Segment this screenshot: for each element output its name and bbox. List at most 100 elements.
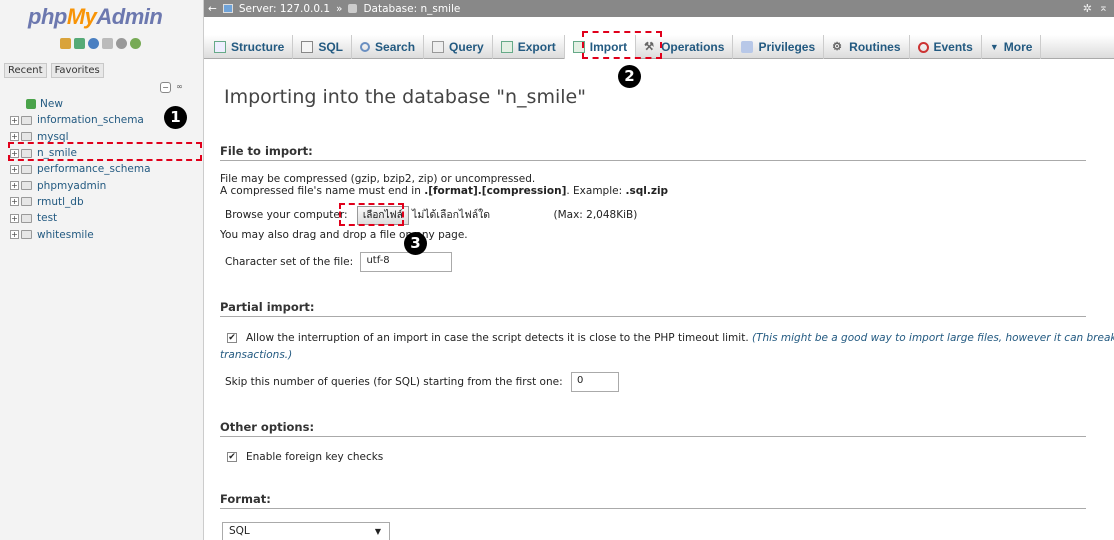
compression-info: File may be compressed (gzip, bzip2, zip…: [220, 173, 536, 185]
breadcrumb-server[interactable]: Server: 127.0.0.1: [239, 3, 330, 15]
collapse-all-icon[interactable]: −: [160, 82, 171, 93]
help-icon[interactable]: [88, 38, 99, 49]
tree-item-test[interactable]: + test: [10, 210, 200, 226]
home-icon[interactable]: [60, 38, 71, 49]
chevron-down-icon: ▼: [989, 42, 999, 52]
charset-row: Character set of the file: utf-8: [225, 252, 453, 272]
format-heading: Format:: [220, 492, 1086, 509]
tab-search[interactable]: Search: [352, 35, 425, 59]
recent-tab[interactable]: Recent: [4, 63, 47, 78]
tree-item-label[interactable]: mysql: [37, 131, 69, 143]
logo-my-text: My: [66, 4, 97, 29]
search-icon: [360, 42, 371, 52]
logo-php-text: php: [28, 4, 67, 29]
skip-queries-row: Skip this number of queries (for SQL) st…: [225, 372, 619, 392]
back-arrow-icon[interactable]: ←: [208, 3, 217, 15]
browse-row: Browse your computer: เลือกไฟล์ ไม่ได้เล…: [225, 206, 637, 225]
server-icon: [222, 4, 233, 13]
sql-icon: [301, 41, 314, 53]
tab-routines[interactable]: ⚙ Routines: [824, 35, 910, 59]
breadcrumb-separator: »: [336, 2, 343, 15]
tree-item-label[interactable]: test: [37, 212, 57, 224]
tree-item-label[interactable]: information_schema: [37, 114, 144, 126]
tab-more[interactable]: ▼ More: [982, 35, 1042, 59]
tab-query[interactable]: Query: [424, 35, 493, 59]
tree-item-rmutl-db[interactable]: + rmutl_db: [10, 194, 200, 210]
gear-icon[interactable]: ✲: [1083, 2, 1092, 15]
new-database-icon: [26, 99, 36, 110]
tree-item-label[interactable]: phpmyadmin: [37, 180, 106, 192]
database-icon: [21, 164, 32, 174]
phpmyadmin-logo[interactable]: phpMyAdmin: [28, 4, 163, 30]
foreign-key-row: ✔ Enable foreign key checks: [227, 451, 383, 463]
database-icon: [21, 197, 32, 207]
database-icon: [348, 4, 358, 13]
expand-icon[interactable]: +: [10, 213, 19, 223]
tab-privileges[interactable]: Privileges: [733, 35, 825, 59]
format-pattern: .[format].[compression]: [424, 185, 567, 197]
tree-item-phpmyadmin[interactable]: + phpmyadmin: [10, 177, 200, 193]
partial-import-heading: Partial import:: [220, 300, 1086, 317]
step-marker-1: 1: [164, 106, 187, 129]
charset-select[interactable]: utf-8: [360, 252, 453, 272]
expand-icon[interactable]: +: [10, 230, 19, 240]
format-text: A compressed file's name must end in: [220, 185, 425, 197]
tree-item-whitesmile[interactable]: + whitesmile: [10, 226, 200, 242]
tree-item-label[interactable]: whitesmile: [37, 229, 94, 241]
allow-interrupt-label[interactable]: Allow the interruption of an import in c…: [246, 332, 749, 344]
expand-icon[interactable]: +: [10, 164, 19, 174]
nav-quick-icons: [60, 38, 141, 49]
tree-item-label[interactable]: rmutl_db: [37, 196, 84, 208]
step-marker-3: 3: [404, 232, 427, 255]
highlight-import-tab: [582, 31, 662, 59]
tab-sql[interactable]: SQL: [293, 35, 353, 59]
navigation-panel: phpMyAdmin Recent Favorites − ∞ New + in…: [0, 0, 204, 540]
tab-events[interactable]: Events: [910, 35, 982, 59]
docs-icon[interactable]: [102, 38, 113, 49]
charset-label: Character set of the file:: [225, 256, 354, 268]
logo-admin-text: Admin: [96, 4, 163, 29]
max-size-text: (Max: 2,048KiB): [553, 209, 638, 221]
logout-icon[interactable]: [74, 38, 85, 49]
foreign-key-label[interactable]: Enable foreign key checks: [246, 451, 383, 463]
highlight-choose-file: [339, 203, 404, 226]
tab-label: More: [1003, 40, 1033, 54]
link-with-main-icon[interactable]: ∞: [174, 82, 185, 93]
allow-interrupt-note: (This might be a good way to import larg…: [752, 332, 1114, 344]
database-icon: [21, 181, 32, 191]
structure-icon: [214, 41, 226, 53]
allow-interrupt-checkbox[interactable]: ✔: [227, 333, 237, 343]
tab-label: Search: [375, 40, 416, 54]
tab-label: Privileges: [758, 40, 816, 54]
browse-label: Browse your computer:: [225, 209, 348, 221]
foreign-key-checkbox[interactable]: ✔: [227, 452, 237, 462]
breadcrumb: ← Server: 127.0.0.1 » Database: n_smile …: [204, 0, 1114, 17]
tab-label: Events: [933, 40, 973, 54]
tab-structure[interactable]: Structure: [206, 35, 294, 59]
tree-item-performance-schema[interactable]: + performance_schema: [10, 161, 200, 177]
highlight-n-smile: [8, 142, 202, 161]
skip-queries-label: Skip this number of queries (for SQL) st…: [225, 376, 563, 388]
favorites-tab[interactable]: Favorites: [50, 63, 104, 78]
skip-queries-input[interactable]: 0: [570, 372, 619, 392]
collapse-icon[interactable]: ⌅: [1099, 1, 1108, 14]
format-select[interactable]: SQL ▼: [222, 522, 390, 540]
tree-item-label[interactable]: New: [40, 98, 63, 110]
tab-label: Export: [517, 40, 556, 54]
compression-format-info: A compressed file's name must end in .[f…: [220, 185, 668, 197]
expand-icon[interactable]: +: [10, 132, 19, 142]
expand-icon[interactable]: +: [10, 181, 19, 191]
expand-icon[interactable]: +: [10, 197, 19, 207]
other-options-heading: Other options:: [220, 420, 1086, 437]
format-selected-value: SQL: [229, 525, 250, 537]
chevron-down-icon: ▼: [374, 527, 381, 536]
expand-icon[interactable]: +: [10, 115, 19, 125]
settings-icon[interactable]: [116, 38, 127, 49]
tab-label: SQL: [318, 40, 344, 54]
tab-label: Query: [449, 40, 484, 54]
step-marker-2: 2: [618, 65, 641, 88]
reload-icon[interactable]: [130, 38, 141, 49]
breadcrumb-database[interactable]: Database: n_smile: [363, 3, 460, 15]
tab-export[interactable]: Export: [493, 35, 565, 59]
tree-item-label[interactable]: performance_schema: [37, 163, 151, 175]
